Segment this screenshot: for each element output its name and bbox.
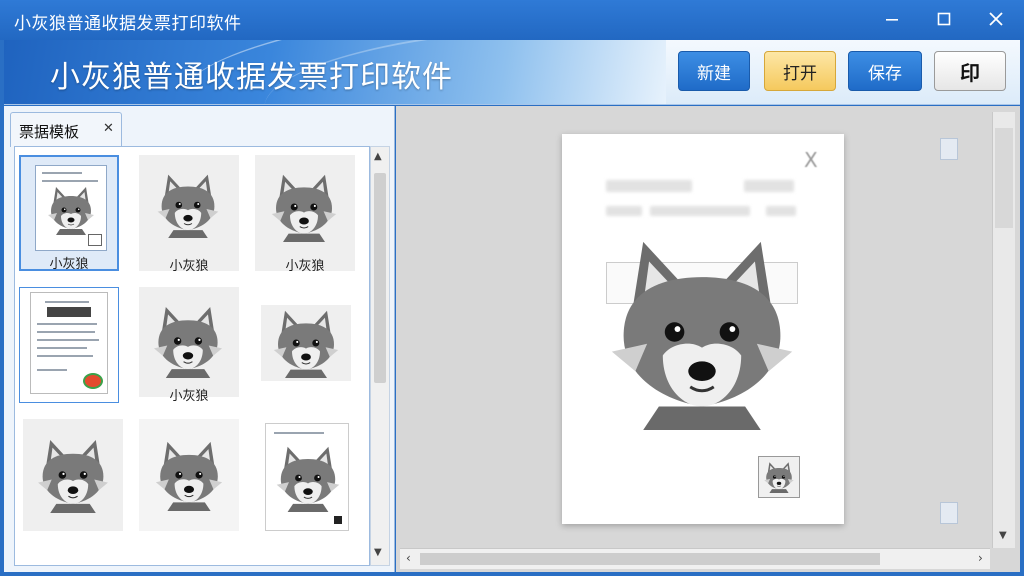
- template-scrollbar[interactable]: ▲ ▼: [370, 146, 390, 566]
- template-item[interactable]: 小灰狼: [19, 155, 119, 272]
- template-item[interactable]: [265, 423, 365, 533]
- template-item[interactable]: [23, 419, 123, 535]
- scroll-left-icon[interactable]: ‹: [406, 551, 411, 565]
- title-bar: 小灰狼普通收据发票打印软件: [0, 0, 1024, 40]
- close-icon: [989, 12, 1003, 26]
- tab-close-icon[interactable]: ✕: [103, 121, 114, 136]
- template-thumbnail: [255, 155, 355, 271]
- preview-close-icon[interactable]: X: [804, 148, 818, 172]
- template-thumbnail: [261, 305, 351, 381]
- open-button[interactable]: 打开: [764, 51, 836, 91]
- template-thumbnail: [19, 287, 119, 403]
- maximize-icon: [937, 12, 951, 26]
- tab-templates[interactable]: 票据模板 ✕: [10, 112, 122, 147]
- maximize-button[interactable]: [930, 6, 958, 32]
- print-button[interactable]: 印: [934, 51, 1006, 91]
- template-thumbnail: [265, 423, 349, 531]
- toolbar-header: 小灰狼普通收据发票打印软件 新建 打开 保存 印: [4, 40, 1020, 105]
- template-thumbnail: [139, 419, 239, 531]
- template-caption: 小灰狼: [49, 257, 89, 272]
- save-button[interactable]: 保存: [848, 51, 922, 91]
- template-item[interactable]: [139, 419, 239, 535]
- receipt-preview: X: [562, 134, 844, 524]
- template-item[interactable]: 小灰狼: [255, 155, 355, 274]
- scroll-down-icon[interactable]: ▼: [374, 547, 382, 558]
- banner: 小灰狼普通收据发票打印软件: [4, 40, 666, 104]
- scroll-right-icon[interactable]: ›: [978, 551, 983, 565]
- scroll-up-icon[interactable]: ▲: [374, 151, 382, 162]
- stamp-thumbnail: [758, 456, 800, 498]
- page-icon: [940, 138, 958, 160]
- hscroll-thumb[interactable]: [420, 553, 880, 565]
- close-button[interactable]: [982, 6, 1010, 32]
- template-grid: 小灰狼 小灰狼 小灰狼 小灰狼: [14, 146, 370, 566]
- window-title: 小灰狼普通收据发票打印软件: [14, 14, 242, 34]
- vertical-scrollbar[interactable]: ▼: [992, 112, 1015, 548]
- template-thumbnail: [139, 155, 239, 271]
- page-icon: [940, 502, 958, 524]
- template-item[interactable]: 小灰狼: [139, 287, 239, 404]
- new-button[interactable]: 新建: [678, 51, 750, 91]
- template-caption: 小灰狼: [285, 259, 325, 274]
- template-item[interactable]: 小灰狼: [139, 155, 239, 274]
- template-item[interactable]: [19, 287, 119, 403]
- horizontal-scrollbar[interactable]: ‹ ›: [400, 548, 990, 569]
- preview-area: X ‹ › ▼: [396, 106, 1020, 572]
- app-title: 小灰狼普通收据发票打印软件: [50, 60, 453, 95]
- scroll-down-icon[interactable]: ▼: [999, 530, 1007, 541]
- template-thumbnail: [23, 419, 123, 531]
- tab-label: 票据模板: [19, 123, 80, 141]
- template-thumbnail: [139, 287, 239, 397]
- template-item[interactable]: [261, 305, 361, 383]
- template-panel: 票据模板 ✕ 小灰狼 小灰狼 小灰狼 小灰狼 ▲ ▼: [4, 106, 395, 572]
- minimize-icon: [886, 19, 898, 21]
- minimize-button[interactable]: [878, 6, 906, 32]
- template-caption: 小灰狼: [169, 259, 209, 274]
- scroll-thumb[interactable]: [374, 173, 386, 383]
- wolf-illustration: [604, 226, 800, 438]
- template-caption: 小灰狼: [169, 389, 209, 404]
